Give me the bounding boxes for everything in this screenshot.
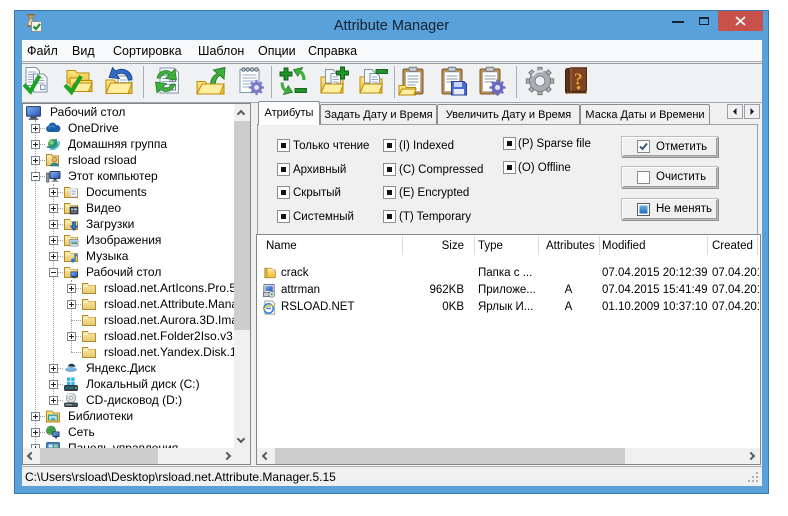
svg-text:?: ? — [574, 70, 583, 89]
